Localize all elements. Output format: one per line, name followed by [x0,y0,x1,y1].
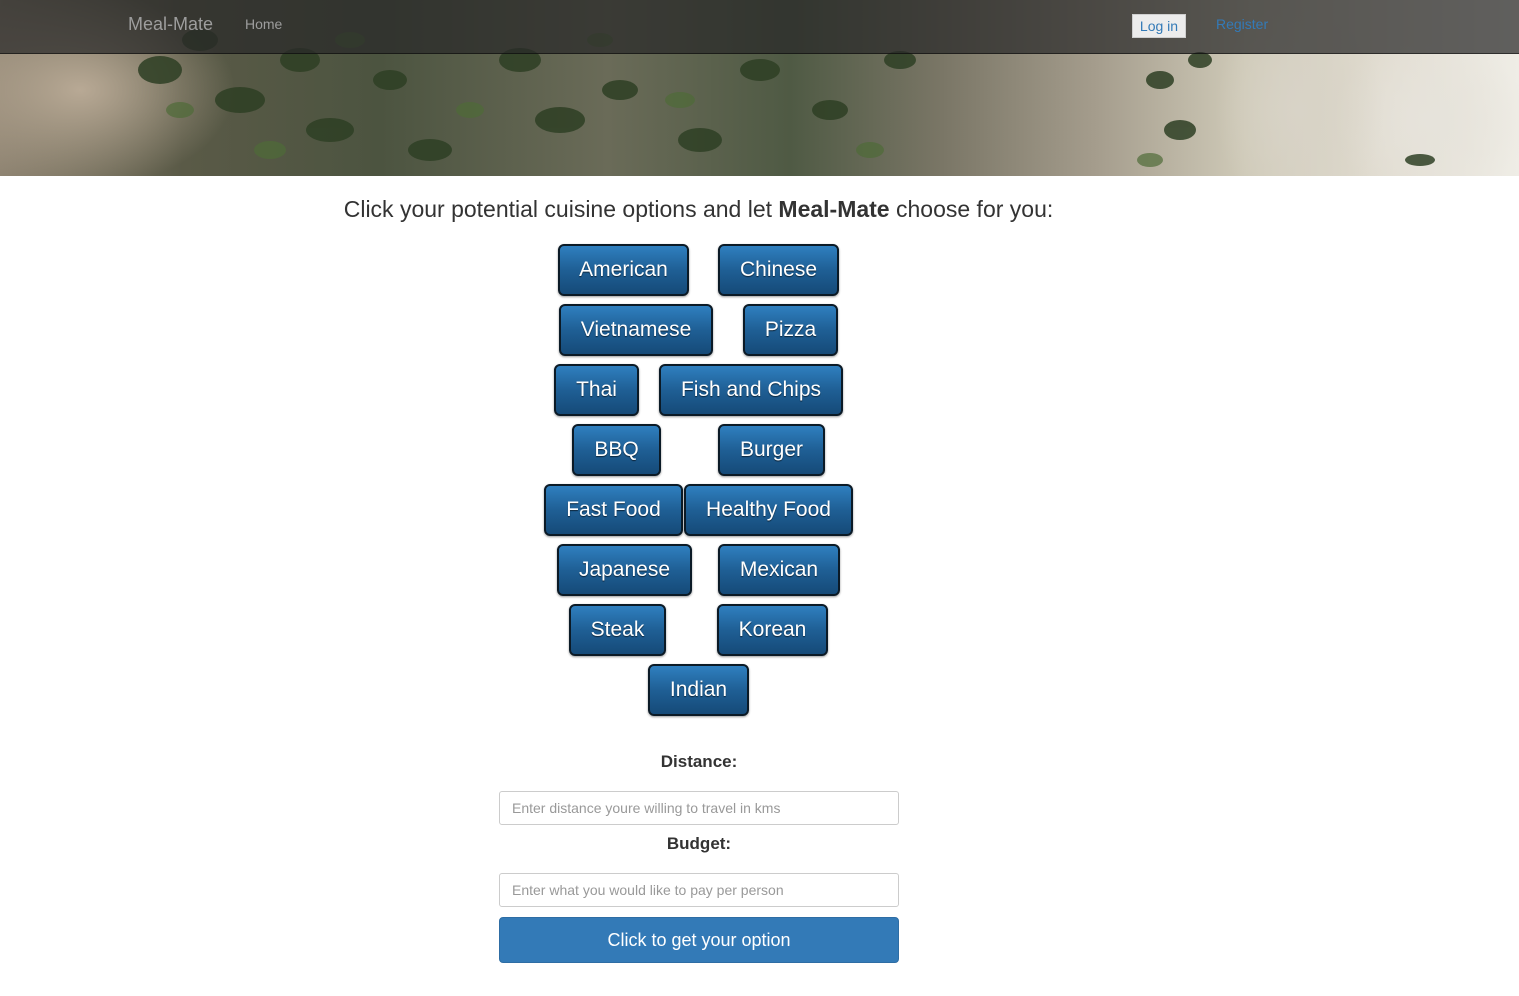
get-option-button[interactable]: Click to get your option [499,917,899,963]
brand-link[interactable]: Meal-Mate [128,14,213,35]
cuisine-fast-food-button[interactable]: Fast Food [544,484,683,536]
cuisine-healthy-food-button[interactable]: Healthy Food [684,484,853,536]
cuisine-steak-button[interactable]: Steak [569,604,666,656]
cuisine-thai-button[interactable]: Thai [554,364,639,416]
top-navbar: Meal-Mate Home Log in Register [0,0,1519,54]
cuisine-american-button[interactable]: American [558,244,689,296]
heading-prefix: Click your potential cuisine options and… [343,196,779,222]
distance-input[interactable] [499,791,899,825]
distance-label: Distance: [660,752,738,771]
cuisine-mexican-button[interactable]: Mexican [718,544,840,596]
cuisine-japanese-button[interactable]: Japanese [557,544,692,596]
cuisine-chinese-button[interactable]: Chinese [718,244,839,296]
heading-suffix: choose for you: [889,196,1054,222]
login-button[interactable]: Log in [1132,14,1186,38]
cuisine-pizza-button[interactable]: Pizza [743,304,838,356]
cuisine-indian-button[interactable]: Indian [648,664,749,716]
page-heading: Click your potential cuisine options and… [0,196,1397,223]
register-link[interactable]: Register [1216,16,1268,32]
cuisine-fish-and-chips-button[interactable]: Fish and Chips [659,364,843,416]
cuisine-bbq-button[interactable]: BBQ [572,424,661,476]
cuisine-burger-button[interactable]: Burger [718,424,825,476]
heading-brand: Meal-Mate [778,196,890,222]
cuisine-vietnamese-button[interactable]: Vietnamese [559,304,713,356]
budget-input[interactable] [499,873,899,907]
cuisine-korean-button[interactable]: Korean [717,604,828,656]
budget-label: Budget: [666,834,732,853]
nav-home-link[interactable]: Home [245,16,282,32]
